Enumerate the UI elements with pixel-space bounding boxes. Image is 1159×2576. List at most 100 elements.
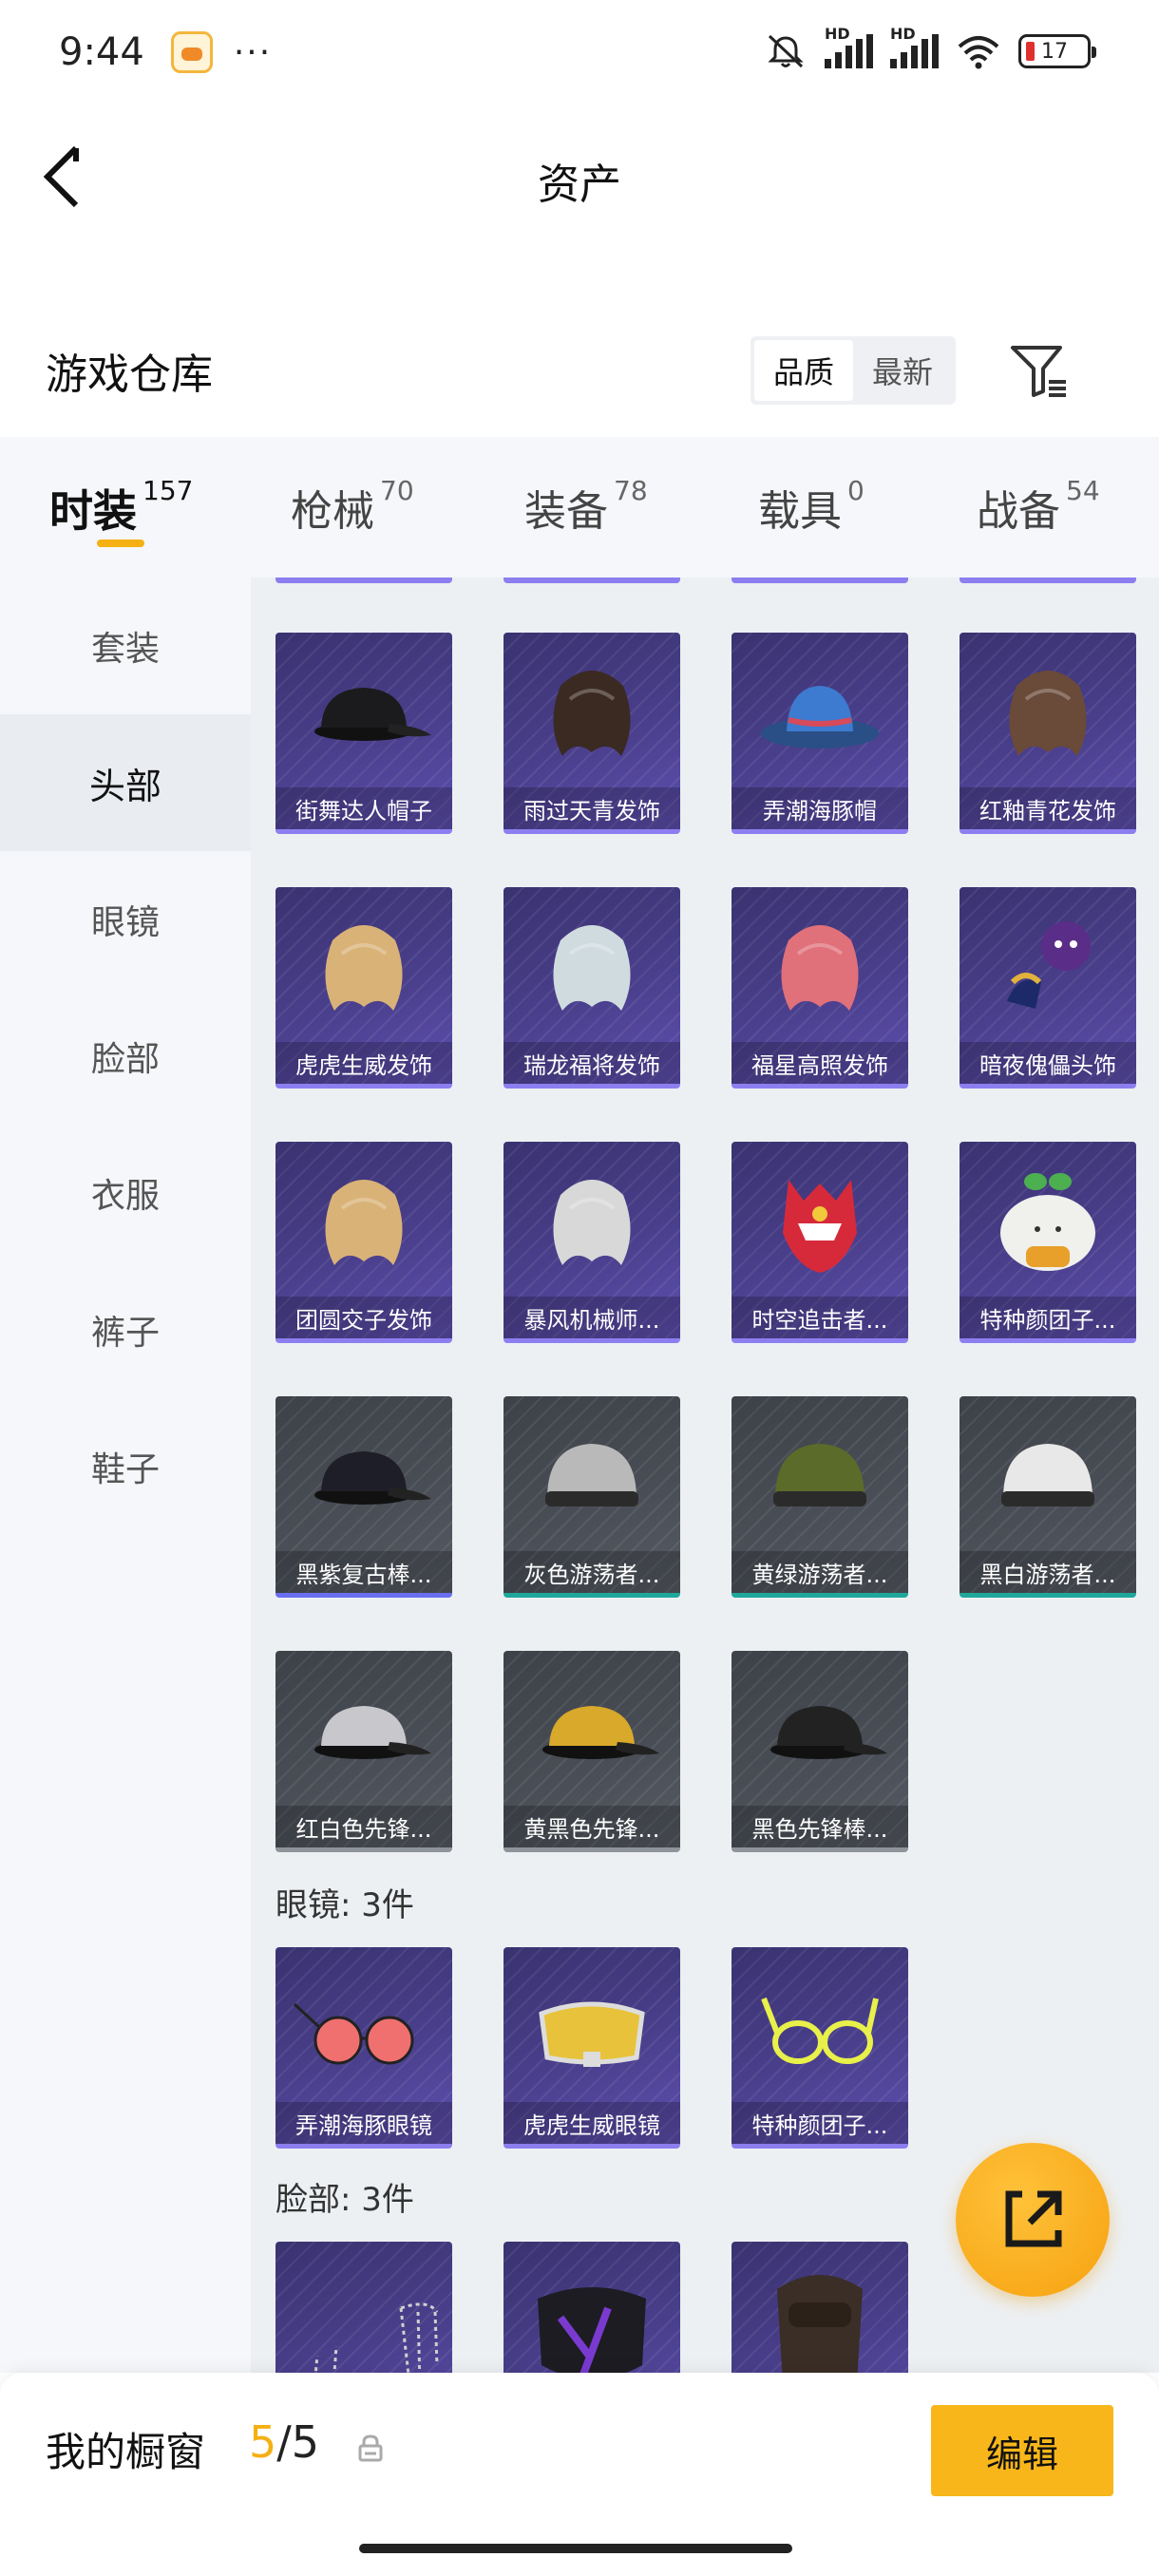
status-more: ··· — [233, 32, 273, 72]
hair-icon — [325, 925, 403, 1011]
beanie-icon — [545, 1444, 638, 1506]
item-name: 黄绿游荡者... — [732, 1551, 908, 1593]
edit-button[interactable]: 编辑 — [931, 2405, 1113, 2496]
item-name: 黑色先锋棒... — [732, 1806, 908, 1847]
item-card[interactable]: 灰色游荡者... — [504, 1396, 680, 1598]
tab-label: 装备 — [524, 487, 608, 536]
sort-newest[interactable]: 最新 — [853, 340, 952, 401]
item-card[interactable]: 雨过天青发饰 — [504, 633, 680, 834]
tab-active-indicator — [97, 540, 144, 547]
hair-icon — [553, 1180, 631, 1265]
tab-equipment[interactable]: 装备 78 — [524, 437, 648, 538]
item-name: 虎虎生威眼镜 — [504, 2102, 680, 2144]
item-card[interactable]: 时空追击者... — [732, 1142, 908, 1343]
partial-card — [960, 578, 1136, 583]
sunglasses-icon — [293, 2002, 414, 2065]
item-name: 暴风机械师... — [504, 1297, 680, 1338]
tab-supplies[interactable]: 战备 54 — [977, 437, 1100, 538]
filter-button[interactable] — [1007, 338, 1074, 405]
showcase-current: 5 — [249, 2416, 277, 2468]
tab-guns[interactable]: 枪械 70 — [291, 437, 414, 538]
sort-toggle: 品质 最新 — [750, 336, 956, 405]
item-card[interactable]: 黄绿游荡者... — [732, 1396, 908, 1598]
lock-icon — [358, 2434, 383, 2462]
status-time: 9:44 — [59, 30, 144, 74]
item-card[interactable]: 特种颜团子... — [732, 1947, 908, 2149]
item-card[interactable] — [732, 2242, 908, 2373]
item-name: 特种颜团子... — [960, 1297, 1136, 1338]
showcase-total: 5 — [291, 2416, 320, 2468]
puppet-icon — [1007, 921, 1091, 1009]
tab-label: 战备 — [977, 487, 1060, 536]
tab-count: 70 — [380, 475, 414, 506]
item-card[interactable]: 特种颜团子... — [960, 1142, 1136, 1343]
hair-icon — [1009, 671, 1087, 756]
beanie-icon — [1001, 1444, 1094, 1506]
item-card[interactable]: 黑色先锋棒... — [732, 1651, 908, 1852]
item-name: 团圆交子发饰 — [276, 1297, 452, 1338]
item-card[interactable] — [276, 2242, 452, 2373]
glasses-icon — [761, 1997, 879, 2064]
wifi-icon — [958, 36, 999, 69]
sidebar-item-shoes[interactable]: 鞋子 — [0, 1398, 251, 1535]
cap-icon — [314, 688, 431, 741]
respirator-icon — [777, 2275, 863, 2373]
filter-icon — [1011, 346, 1066, 397]
page-title: 资产 — [538, 161, 621, 209]
item-card[interactable]: 红白色先锋... — [276, 1651, 452, 1852]
partial-card — [504, 578, 680, 583]
dumpling-icon — [1000, 1173, 1095, 1271]
item-card[interactable]: 虎虎生威发饰 — [276, 887, 452, 1089]
sidebar: 套装 头部 眼镜 脸部 衣服 裤子 鞋子 — [0, 578, 251, 2373]
item-name: 特种颜团子... — [732, 2102, 908, 2144]
item-card[interactable]: 红釉青花发饰 — [960, 633, 1136, 834]
sidebar-item-glasses[interactable]: 眼镜 — [0, 851, 251, 988]
sidebar-item-head[interactable]: 头部 — [0, 714, 251, 851]
app-notification-icon — [170, 31, 213, 73]
item-card[interactable]: 黑紫复古棒... — [276, 1396, 452, 1598]
item-card[interactable]: 暴风机械师... — [504, 1142, 680, 1343]
sidebar-item-outfit[interactable]: 套装 — [0, 578, 251, 714]
tab-count: 54 — [1066, 475, 1100, 506]
item-name: 弄潮海豚眼镜 — [276, 2102, 452, 2144]
item-card[interactable]: 福星高照发饰 — [732, 887, 908, 1089]
cap-icon — [770, 1706, 887, 1759]
item-card[interactable]: 弄潮海豚眼镜 — [276, 1947, 452, 2149]
partial-card — [276, 578, 452, 583]
tab-count: 157 — [142, 475, 194, 506]
share-button[interactable] — [956, 2143, 1110, 2297]
item-card[interactable] — [504, 2242, 680, 2373]
tab-count: 78 — [614, 475, 648, 506]
item-name: 虎虎生威发饰 — [276, 1042, 452, 1084]
tab-fashion[interactable]: 时装 157 — [49, 437, 194, 547]
item-name: 红釉青花发饰 — [960, 787, 1136, 829]
item-card[interactable]: 暗夜傀儡头饰 — [960, 887, 1136, 1089]
item-name: 时空追击者... — [732, 1297, 908, 1338]
item-card[interactable]: 弄潮海豚帽 — [732, 633, 908, 834]
tab-label: 枪械 — [291, 487, 374, 536]
showcase-label: 我的橱窗 — [46, 2429, 206, 2475]
item-card[interactable]: 黑白游荡者... — [960, 1396, 1136, 1598]
item-name: 福星高照发饰 — [732, 1042, 908, 1084]
hair-icon — [553, 925, 631, 1011]
sidebar-item-face[interactable]: 脸部 — [0, 988, 251, 1125]
tab-vehicles[interactable]: 载具 0 — [758, 437, 864, 538]
home-indicator — [359, 2544, 792, 2553]
warehouse-title: 游戏仓库 — [46, 350, 213, 399]
sort-quality[interactable]: 品质 — [754, 340, 853, 401]
sidebar-item-clothes[interactable]: 衣服 — [0, 1125, 251, 1261]
item-card[interactable]: 黄黑色先锋... — [504, 1651, 680, 1852]
header: 资产 — [0, 104, 1159, 247]
item-card[interactable]: 虎虎生威眼镜 — [504, 1947, 680, 2149]
face-section-label: 脸部: 3件 — [276, 2181, 414, 2219]
item-card[interactable]: 街舞达人帽子 — [276, 633, 452, 834]
item-name: 暗夜傀儡头饰 — [960, 1042, 1136, 1084]
mask-icon — [538, 2287, 646, 2373]
item-card[interactable]: 瑞龙福将发饰 — [504, 887, 680, 1089]
beanie-icon — [773, 1444, 866, 1506]
category-tabs: 时装 157 枪械 70 装备 78 载具 0 战备 54 — [0, 437, 1159, 578]
item-card[interactable]: 团圆交子发饰 — [276, 1142, 452, 1343]
sidebar-item-pants[interactable]: 裤子 — [0, 1261, 251, 1398]
status-bar: 9:44 ··· HD HD 17 — [0, 0, 1159, 104]
hair-icon — [781, 925, 859, 1011]
